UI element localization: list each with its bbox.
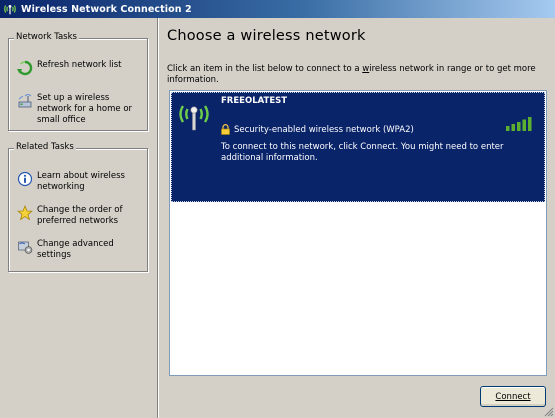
main-pane: Choose a wireless network Click an item … (160, 18, 555, 418)
signal-bar (528, 117, 532, 131)
refresh-network-list-task[interactable]: Refresh network list (17, 60, 145, 76)
learn-wireless-label: Learn about wireless networking (37, 171, 125, 192)
wireless-antenna-icon (179, 105, 209, 131)
change-preferred-order-task[interactable]: Change the order of preferred networks (17, 205, 145, 227)
signal-strength-icon (506, 117, 532, 131)
learn-wireless-task[interactable]: Learn about wireless networking (17, 171, 145, 193)
info-icon (17, 171, 33, 187)
instructions-text: Click an item in the list below to conne… (167, 64, 542, 86)
change-advanced-settings-label: Change advanced settings (37, 239, 114, 260)
lock-icon (221, 124, 230, 135)
connect-button-label: Connect (495, 391, 531, 402)
setup-network-icon (18, 94, 32, 108)
star-icon (17, 205, 33, 221)
title-bar[interactable]: Wireless Network Connection 2 (0, 0, 555, 18)
refresh-icon (17, 60, 33, 76)
security-status: Security-enabled wireless network (WPA2) (234, 124, 414, 135)
network-tasks-group: Network Tasks Refresh network list Set u… (8, 32, 148, 131)
change-preferred-order-label: Change the order of preferred networks (37, 205, 123, 226)
signal-bar (506, 126, 510, 131)
refresh-network-list-label: Refresh network list (37, 60, 122, 70)
related-tasks-heading: Related Tasks (14, 142, 76, 152)
settings-icon (18, 241, 33, 254)
setup-wireless-network-label: Set up a wireless network for a home or … (37, 93, 133, 125)
network-item[interactable]: FREEOLATEST Security-enabled wireless ne… (171, 92, 545, 202)
related-tasks-group: Related Tasks Learn about wireless netwo… (8, 142, 148, 272)
signal-bar (511, 124, 515, 131)
resize-grip-icon[interactable] (542, 405, 554, 417)
signal-bar (522, 119, 526, 131)
wireless-network-window: Wireless Network Connection 2 Network Ta… (0, 0, 555, 418)
change-advanced-settings-task[interactable]: Change advanced settings (17, 239, 145, 261)
network-description: To connect to this network, click Connec… (221, 142, 504, 163)
connect-button[interactable]: Connect (480, 386, 546, 407)
left-task-pane: Network Tasks Refresh network list Set u… (0, 18, 159, 418)
window-title: Wireless Network Connection 2 (21, 3, 192, 15)
security-row: Security-enabled wireless network (WPA2) (221, 124, 414, 135)
setup-wireless-network-task[interactable]: Set up a wireless network for a home or … (17, 93, 145, 126)
wireless-connection-icon (4, 4, 16, 15)
signal-bar (517, 122, 521, 131)
wireless-network-list[interactable]: FREEOLATEST Security-enabled wireless ne… (169, 90, 547, 376)
network-tasks-heading: Network Tasks (14, 32, 79, 42)
page-title: Choose a wireless network (167, 28, 366, 44)
instructions-part-1: Click an item in the list below to conne… (167, 64, 363, 74)
network-ssid: FREEOLATEST (221, 96, 288, 106)
